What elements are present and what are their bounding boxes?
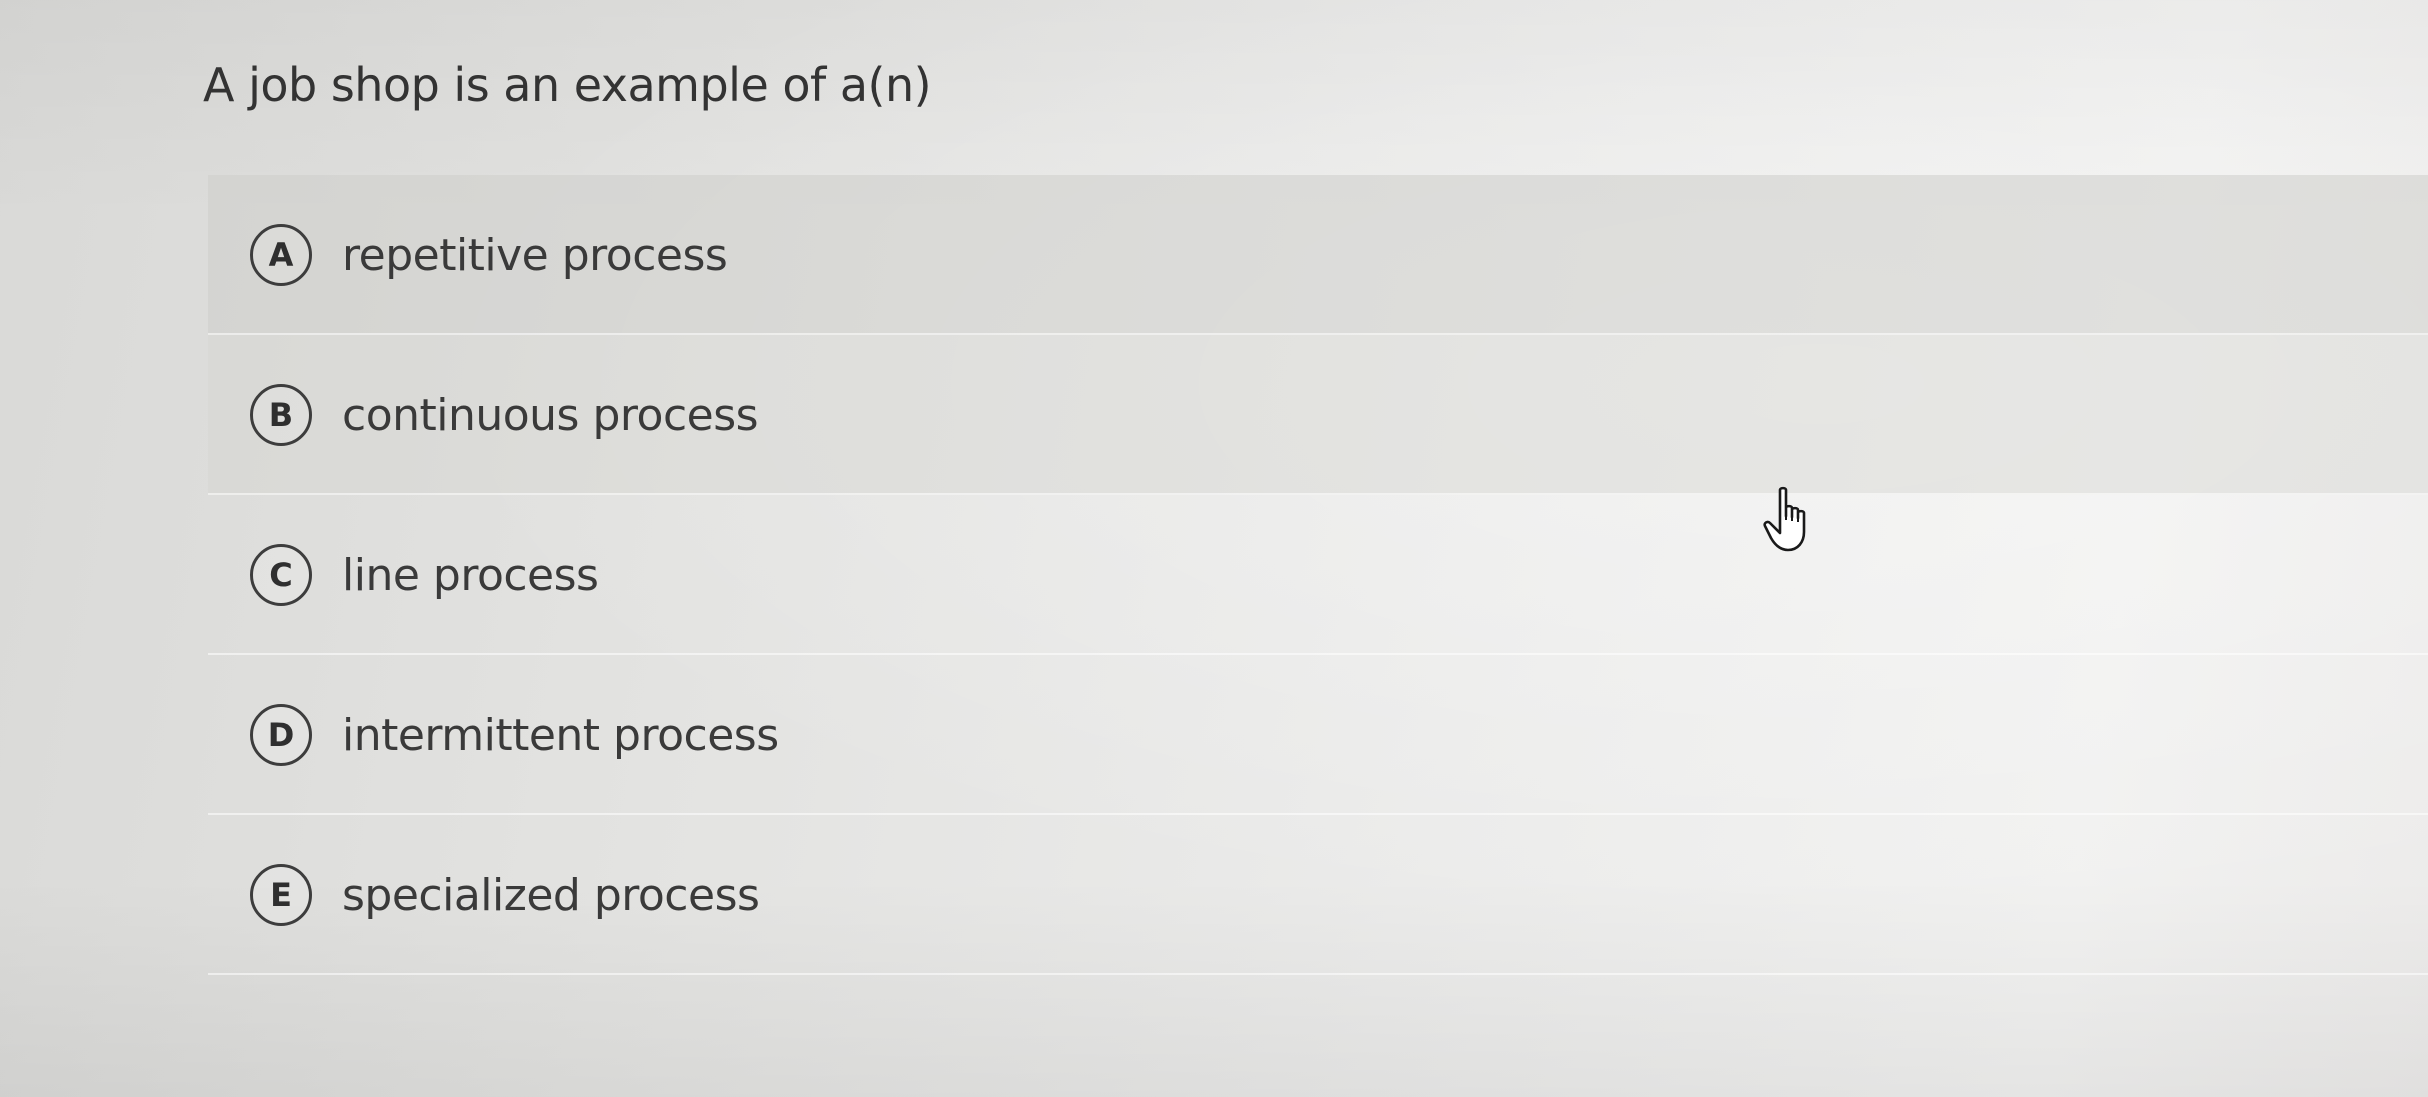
answer-options: A repetitive process B continuous proces… [208, 175, 2428, 975]
option-a[interactable]: A repetitive process [208, 175, 2428, 335]
option-c[interactable]: C line process [208, 495, 2428, 655]
option-c-radio[interactable]: C [250, 544, 312, 606]
option-a-label: repetitive process [342, 229, 728, 281]
option-e-label: specialized process [342, 869, 760, 921]
option-e-radio[interactable]: E [250, 864, 312, 926]
option-b-label: continuous process [342, 389, 759, 441]
option-d-label: intermittent process [342, 709, 779, 761]
option-b-radio[interactable]: B [250, 384, 312, 446]
hand-pointer-icon [1763, 486, 1806, 552]
option-e[interactable]: E specialized process [208, 815, 2428, 975]
question-text: A job shop is an example of a(n) [203, 58, 932, 112]
option-b[interactable]: B continuous process [208, 335, 2428, 495]
option-d-radio[interactable]: D [250, 704, 312, 766]
option-c-label: line process [342, 549, 599, 601]
option-a-radio[interactable]: A [250, 224, 312, 286]
option-d[interactable]: D intermittent process [208, 655, 2428, 815]
